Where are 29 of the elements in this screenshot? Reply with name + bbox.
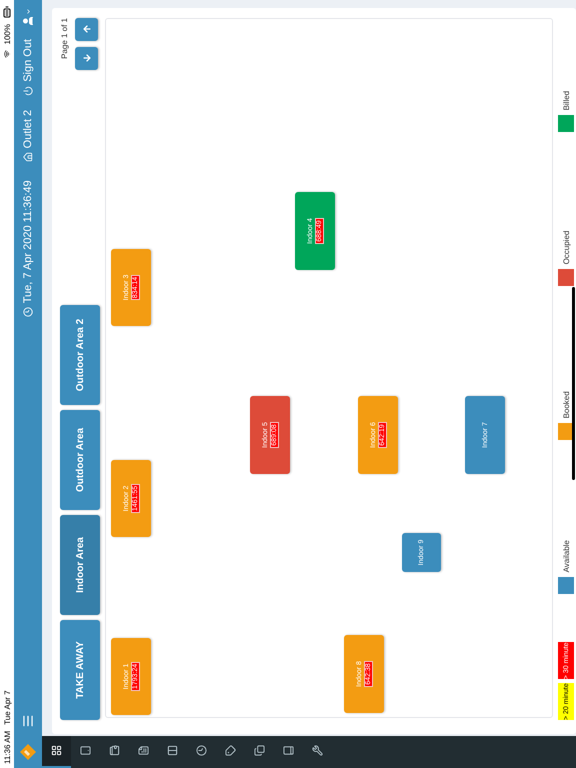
wifi-icon [3, 50, 11, 58]
sign-out-link[interactable]: Sign Out [22, 39, 34, 96]
area-tab[interactable]: Indoor Area [60, 515, 100, 615]
arrow-up-icon [82, 24, 92, 34]
page-down-button[interactable] [75, 47, 98, 70]
legend-label: Occupied [562, 230, 570, 264]
page-up-button[interactable] [75, 18, 98, 41]
area-tab[interactable]: TAKE AWAY [60, 620, 100, 720]
grid-icon[interactable] [42, 736, 71, 768]
area-tab[interactable]: Outdoor Area 2 [60, 305, 100, 405]
battery-percent: 100% [2, 24, 12, 44]
legend-label: Available [562, 540, 570, 572]
status-time: 11:36 AM [2, 730, 12, 764]
power-icon [23, 86, 33, 96]
arrow-down-icon [82, 54, 92, 64]
page-indicator: Page 1 of 1 [60, 18, 69, 59]
legend-label: Booked [562, 391, 570, 418]
area-tab[interactable]: Outdoor Area [60, 410, 100, 510]
user-menu-button[interactable] [22, 8, 34, 27]
clock-icon [23, 307, 33, 318]
home-icon [23, 152, 33, 162]
battery-icon [1, 6, 13, 18]
outlet-link[interactable]: Outlet 2 [22, 110, 34, 162]
user-icon [22, 15, 34, 27]
menu-icon[interactable] [21, 714, 35, 728]
current-datetime: Tue, 7 Apr 2020 11:36:49 [22, 180, 34, 304]
caret-icon [24, 8, 32, 15]
status-date: Tue Apr 7 [2, 690, 12, 725]
legend-label: Billed [562, 90, 570, 110]
